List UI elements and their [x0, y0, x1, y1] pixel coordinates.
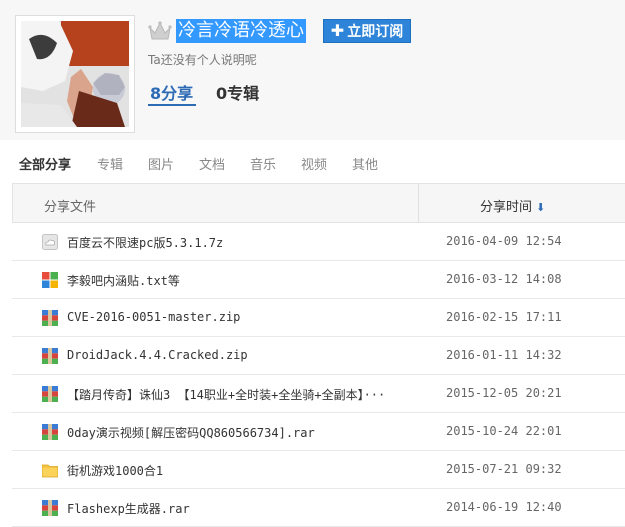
avatar[interactable] [21, 21, 129, 127]
multi-file-icon [42, 272, 58, 288]
shares-count[interactable]: 8分享 [150, 80, 193, 104]
column-divider [418, 184, 419, 222]
tab-other[interactable]: 其他 [352, 154, 378, 173]
albums-count[interactable]: 0专辑 [216, 80, 259, 104]
file-name[interactable]: 【踏月传奇】诛仙3 【14职业+全时装+全坐骑+全副本】··· [67, 386, 385, 403]
file-name[interactable]: 百度云不限速pc版5.3.1.7z [67, 234, 223, 251]
file-name[interactable]: DroidJack.4.4.Cracked.zip [67, 348, 248, 362]
share-time: 2016-01-11 14:32 [446, 348, 562, 362]
share-time: 2016-04-09 12:54 [446, 234, 562, 248]
file-name[interactable]: Flashexp生成器.rar [67, 500, 190, 517]
file-name[interactable]: CVE-2016-0051-master.zip [67, 310, 240, 324]
subscribe-label: 立即订阅 [347, 24, 404, 40]
archive-icon [42, 386, 58, 402]
archive-icon [42, 424, 58, 440]
share-time: 2015-07-21 09:32 [446, 462, 562, 476]
tab-all-shares[interactable]: 全部分享 [19, 154, 71, 173]
share-time: 2016-02-15 17:11 [446, 310, 562, 324]
share-time: 2014-06-19 12:40 [446, 500, 562, 514]
share-time: 2015-12-05 20:21 [446, 386, 562, 400]
user-description: Ta还没有个人说明呢 [148, 53, 257, 67]
shared-files-table: 分享文件 分享时间 ⬇ 百度云不限速pc版5.3.1.7z 2016-04-09 … [12, 183, 625, 527]
profile-header: 冷言冷语冷透心 ✚ 立即订阅 Ta还没有个人说明呢 8分享 0专辑 [0, 0, 625, 140]
share-time: 2015-10-24 22:01 [446, 424, 562, 438]
folder-icon [41, 462, 59, 478]
table-row[interactable]: 【踏月传奇】诛仙3 【14职业+全时装+全坐骑+全副本】··· 2015-12-… [12, 375, 625, 413]
column-header-time-label: 分享时间 [480, 200, 533, 215]
tab-images[interactable]: 图片 [148, 154, 174, 173]
tab-videos[interactable]: 视频 [301, 154, 327, 173]
active-stat-underline [148, 104, 196, 106]
column-header-time[interactable]: 分享时间 ⬇ [480, 196, 545, 215]
avatar-frame[interactable] [15, 15, 135, 133]
tab-documents[interactable]: 文档 [199, 154, 225, 173]
table-row[interactable]: 百度云不限速pc版5.3.1.7z 2016-04-09 12:54 [12, 223, 625, 261]
category-tabs: 全部分享 专辑 图片 文档 音乐 视频 其他 [0, 148, 625, 176]
column-header-file[interactable]: 分享文件 [44, 196, 96, 215]
table-row[interactable]: 李毅吧内涵贴.txt等 2016-03-12 14:08 [12, 261, 625, 299]
table-row[interactable]: CVE-2016-0051-master.zip 2016-02-15 17:1… [12, 299, 625, 337]
plus-icon: ✚ [330, 21, 345, 40]
cloud-icon [42, 234, 58, 250]
username[interactable]: 冷言冷语冷透心 [176, 19, 306, 43]
tab-music[interactable]: 音乐 [250, 154, 276, 173]
table-row[interactable]: 0day演示视频[解压密码QQ860566734].rar 2015-10-24… [12, 413, 625, 451]
table-header: 分享文件 分享时间 ⬇ [12, 183, 625, 223]
archive-icon [42, 310, 58, 326]
archive-icon [42, 348, 58, 364]
file-name[interactable]: 街机游戏1000合1 [67, 462, 163, 479]
file-name[interactable]: 李毅吧内涵贴.txt等 [67, 272, 180, 289]
sort-down-icon[interactable]: ⬇ [536, 201, 545, 214]
share-time: 2016-03-12 14:08 [446, 272, 562, 286]
table-row[interactable]: 街机游戏1000合1 2015-07-21 09:32 [12, 451, 625, 489]
tab-albums[interactable]: 专辑 [97, 154, 123, 173]
crown-icon [148, 20, 172, 42]
file-name[interactable]: 0day演示视频[解压密码QQ860566734].rar [67, 424, 315, 441]
table-row[interactable]: DroidJack.4.4.Cracked.zip 2016-01-11 14:… [12, 337, 625, 375]
subscribe-button[interactable]: ✚ 立即订阅 [323, 19, 411, 43]
archive-icon [42, 500, 58, 516]
table-row[interactable]: Flashexp生成器.rar 2014-06-19 12:40 [12, 489, 625, 527]
